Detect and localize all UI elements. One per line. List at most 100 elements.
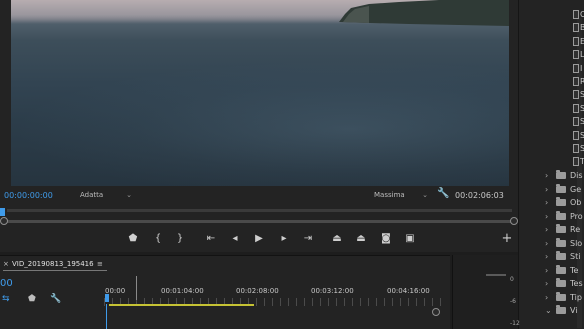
project-file-label: L xyxy=(580,50,584,60)
marker-icon[interactable]: ⬟ xyxy=(28,294,36,304)
project-file-item[interactable]: C xyxy=(518,8,584,21)
chevron-right-icon[interactable]: › xyxy=(545,250,548,263)
project-folder-item[interactable]: ⌄ Vi xyxy=(518,304,584,317)
project-folder-label: Pro xyxy=(570,211,583,221)
scroll-handle-right[interactable] xyxy=(510,217,518,225)
ruler-tick-label: 00:04:16:00 xyxy=(387,287,430,295)
extract-icon[interactable]: ⏏ xyxy=(353,230,369,248)
project-file-item[interactable]: L xyxy=(518,48,584,61)
transport-controls: ⬟ { } ⇤ ◂ ▶ ▸ ⇥ ⏏ ⏏ ◙ ▣ + xyxy=(0,230,518,250)
project-folder-item[interactable]: › Tip xyxy=(518,291,584,304)
chevron-right-icon[interactable]: › xyxy=(545,237,548,250)
ruler-track xyxy=(7,209,512,212)
project-folder-item[interactable]: › Sti xyxy=(518,250,584,263)
chevron-right-icon[interactable]: › xyxy=(545,223,548,236)
project-folder-label: Tip xyxy=(570,292,582,302)
close-tab-icon[interactable]: × xyxy=(3,258,9,271)
chevron-down-icon: ⌄ xyxy=(126,191,132,199)
timeline-timecode[interactable]: 00 xyxy=(0,278,20,290)
play-icon[interactable]: ▶ xyxy=(251,230,267,248)
meter-bar xyxy=(486,274,506,276)
snap-icon[interactable]: ⇆ xyxy=(2,294,10,304)
project-file-label: B xyxy=(580,23,584,33)
go-to-in-icon[interactable]: ⇤ xyxy=(203,230,219,248)
chevron-right-icon[interactable]: › xyxy=(545,210,548,223)
project-folder-item[interactable]: › Te xyxy=(518,264,584,277)
sequence-tab[interactable]: VID_20190813_195416 xyxy=(3,258,107,271)
lift-icon[interactable]: ⏏ xyxy=(329,230,345,248)
step-back-icon[interactable]: ◂ xyxy=(227,230,243,248)
folder-icon xyxy=(556,224,566,233)
project-folder-item[interactable]: › Ge xyxy=(518,183,584,196)
chevron-right-icon[interactable]: › xyxy=(545,277,548,290)
monitor-time-ruler[interactable] xyxy=(0,204,518,216)
step-forward-icon[interactable]: ▸ xyxy=(276,230,292,248)
project-file-item[interactable]: S xyxy=(518,142,584,155)
playhead-line xyxy=(106,304,107,329)
mark-in-icon[interactable]: { xyxy=(150,230,166,248)
project-file-item[interactable]: B xyxy=(518,21,584,34)
tab-menu-icon[interactable]: ≡ xyxy=(97,258,103,271)
project-file-item[interactable]: T xyxy=(518,155,584,168)
quality-dropdown[interactable]: Massima ⌄ xyxy=(370,189,430,201)
mark-out-icon[interactable]: } xyxy=(172,230,188,248)
project-file-item[interactable]: I xyxy=(518,62,584,75)
chevron-right-icon[interactable]: › xyxy=(545,169,548,182)
db-label: 0 xyxy=(510,276,514,283)
project-folder-item[interactable]: › Ob xyxy=(518,196,584,209)
project-folder-item[interactable]: › Tes xyxy=(518,277,584,290)
project-file-item[interactable]: S xyxy=(518,129,584,142)
audio-meters xyxy=(452,255,518,329)
chevron-right-icon[interactable]: › xyxy=(545,291,548,304)
project-folder-label: Dis xyxy=(570,171,583,180)
folder-icon xyxy=(556,210,566,220)
project-folder-item[interactable]: › Dis xyxy=(518,169,584,182)
compare-view-icon[interactable]: ▣ xyxy=(402,230,418,248)
timeline-playhead[interactable] xyxy=(105,294,109,302)
scroll-track xyxy=(4,220,514,223)
project-folder-label: Sti xyxy=(570,252,581,261)
project-file-item[interactable]: E xyxy=(518,35,584,48)
ruler-tick-label: 00:03:12:00 xyxy=(311,287,354,295)
project-file-label: C xyxy=(580,10,584,19)
premiere-window: 00:00:00:00 Adatta ⌄ Massima ⌄ 🔧 00:02:0… xyxy=(0,0,584,329)
current-timecode[interactable]: 00:00:00:00 xyxy=(4,190,74,201)
work-area-bar[interactable] xyxy=(109,304,254,306)
project-folder-item[interactable]: › Pro xyxy=(518,210,584,223)
monitor-zoom-scrollbar[interactable] xyxy=(0,217,518,226)
sequence-tab-label: VID_20190813_195416 xyxy=(12,260,94,268)
settings-wrench-icon[interactable]: 🔧 xyxy=(437,188,449,200)
file-icon xyxy=(573,157,579,167)
timeline-settings-icon[interactable]: 🔧 xyxy=(50,294,61,304)
chevron-right-icon[interactable]: › xyxy=(545,196,548,209)
project-folder-item[interactable]: › Slo xyxy=(518,237,584,250)
project-file-item[interactable]: S xyxy=(518,102,584,115)
add-marker-icon[interactable]: ⬟ xyxy=(125,230,141,248)
project-file-item[interactable]: S xyxy=(518,115,584,128)
fit-dropdown[interactable]: Adatta ⌄ xyxy=(76,189,134,201)
chevron-down-icon[interactable]: ⌄ xyxy=(545,304,552,317)
headland-silhouette xyxy=(339,0,509,26)
project-file-label: R xyxy=(580,77,584,86)
project-file-label: I xyxy=(580,63,583,73)
project-file-item[interactable]: S xyxy=(518,88,584,101)
export-frame-icon[interactable]: ◙ xyxy=(378,230,394,248)
project-folder-item[interactable]: › Re xyxy=(518,223,584,236)
file-icon xyxy=(573,90,579,100)
program-monitor: 00:00:00:00 Adatta ⌄ Massima ⌄ 🔧 00:02:0… xyxy=(0,0,518,252)
timeline-vertical-scrollbar[interactable] xyxy=(432,308,440,329)
go-to-out-icon[interactable]: ⇥ xyxy=(300,230,316,248)
scroll-handle-left[interactable] xyxy=(0,217,8,225)
monitor-playhead[interactable] xyxy=(0,208,5,216)
chevron-right-icon[interactable]: › xyxy=(545,183,548,196)
scroll-handle[interactable] xyxy=(432,308,440,316)
file-icon xyxy=(573,36,579,46)
add-button-icon[interactable]: + xyxy=(499,230,515,248)
chevron-right-icon[interactable]: › xyxy=(545,264,548,277)
project-file-label: E xyxy=(580,36,584,46)
folder-icon xyxy=(556,237,566,247)
project-file-item[interactable]: R xyxy=(518,75,584,88)
project-folder-label: Ge xyxy=(570,184,582,194)
quality-dropdown-label: Massima xyxy=(374,191,405,199)
video-preview[interactable] xyxy=(11,0,509,186)
